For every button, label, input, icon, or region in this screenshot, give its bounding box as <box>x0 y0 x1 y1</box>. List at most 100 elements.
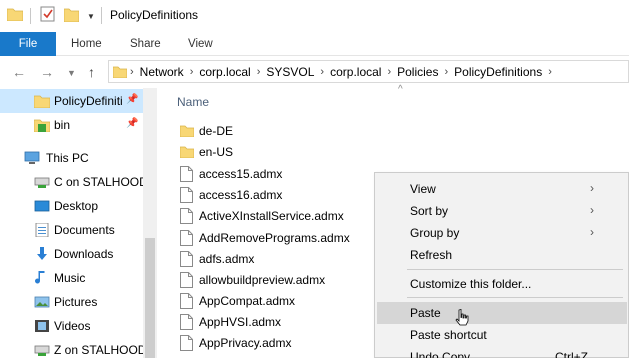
desktop-icon <box>34 200 50 212</box>
pictures-icon <box>34 296 50 308</box>
file-name: allowbuildpreview.admx <box>199 273 326 287</box>
file-icon <box>180 251 193 267</box>
downloads-icon <box>37 247 47 260</box>
back-icon[interactable]: ← <box>12 64 26 80</box>
new-folder-icon[interactable] <box>64 6 79 22</box>
nav-item-music[interactable]: Music <box>0 266 143 290</box>
menu-item-group-by[interactable]: Group by › <box>377 222 627 244</box>
file-icon <box>180 293 193 309</box>
nav-item-downloads[interactable]: Downloads <box>0 242 143 266</box>
tab-view[interactable]: View <box>188 32 213 56</box>
file-icon <box>180 335 193 351</box>
breadcrumb-item[interactable]: Network <box>135 65 189 79</box>
sort-caret-icon: ^ <box>398 84 403 95</box>
menu-item-refresh[interactable]: Refresh <box>377 244 627 266</box>
breadcrumb-item[interactable]: SYSVOL <box>261 65 319 79</box>
file-icon <box>180 166 193 182</box>
nav-item-c-drive[interactable]: C on STALHOOD <box>0 170 143 194</box>
file-name: en-US <box>199 145 234 159</box>
file-icon <box>180 314 193 330</box>
tab-home[interactable]: Home <box>71 32 102 56</box>
menu-item-label: Sort by <box>410 204 449 218</box>
nav-item-label: Desktop <box>54 199 99 213</box>
forward-icon[interactable]: → <box>40 64 54 80</box>
breadcrumb-item[interactable]: Policies <box>392 65 443 79</box>
nav-item-documents[interactable]: Documents <box>0 218 143 242</box>
file-name: AppHVSI.admx <box>199 315 282 329</box>
breadcrumb-item[interactable]: PolicyDefinitions <box>449 65 547 79</box>
properties-icon[interactable] <box>40 6 55 22</box>
file-name: de-DE <box>199 124 234 138</box>
tab-share[interactable]: Share <box>130 32 161 56</box>
menu-item-undo-copy[interactable]: Undo Copy Ctrl+Z <box>377 346 627 358</box>
menu-item-paste[interactable]: Paste <box>377 302 627 324</box>
menu-item-customize-folder[interactable]: Customize this folder... <box>377 273 627 295</box>
folder-green-icon <box>34 119 50 132</box>
nav-item-label: Pictures <box>54 295 98 309</box>
folder-icon <box>34 95 50 108</box>
up-icon[interactable]: ↑ <box>88 64 95 80</box>
folder-icon <box>7 8 23 21</box>
nav-item-pictures[interactable]: Pictures <box>0 290 143 314</box>
column-header-name[interactable]: Name <box>177 95 209 109</box>
nav-item-label: bin <box>54 118 71 132</box>
file-name: AddRemovePrograms.admx <box>199 231 350 245</box>
file-icon <box>180 230 193 246</box>
nav-item-label: C on STALHOOD <box>54 175 143 189</box>
breadcrumb-item[interactable]: corp.local <box>325 65 386 79</box>
file-icon <box>180 187 193 203</box>
file-name: access16.admx <box>199 188 283 202</box>
file-name: access15.admx <box>199 167 283 181</box>
tab-file[interactable]: File <box>0 32 56 56</box>
drive-icon <box>34 345 50 356</box>
menu-separator <box>407 269 623 270</box>
menu-item-label: Refresh <box>410 248 453 262</box>
file-name: ActiveXInstallService.admx <box>199 209 344 223</box>
nav-item-label: Videos <box>54 319 91 333</box>
menu-item-view[interactable]: View › <box>377 178 627 200</box>
nav-item-z-drive[interactable]: Z on STALHOOD <box>0 338 143 358</box>
nav-item-videos[interactable]: Videos <box>0 314 143 338</box>
chevron-right-icon: › <box>590 225 594 239</box>
breadcrumb: › Network › corp.local › SYSVOL › corp.l… <box>109 61 553 82</box>
chevron-right-icon[interactable]: › <box>547 66 553 78</box>
computer-icon <box>24 151 40 164</box>
address-bar[interactable]: › Network › corp.local › SYSVOL › corp.l… <box>108 60 629 83</box>
nav-item-label: Music <box>54 271 86 285</box>
pin-icon[interactable]: 📌 <box>126 118 138 129</box>
file-name: adfs.admx <box>199 252 255 266</box>
chevron-right-icon: › <box>590 181 594 195</box>
file-name: AppCompat.admx <box>199 294 296 308</box>
pin-icon[interactable]: 📌 <box>126 94 138 105</box>
qat-dropdown-icon[interactable]: ▼ <box>87 12 95 21</box>
file-icon <box>180 272 193 288</box>
menu-item-label: Paste <box>410 306 441 320</box>
nav-item-desktop[interactable]: Desktop <box>0 194 143 218</box>
nav-item-label: Z on STALHOOD <box>54 343 143 357</box>
recent-locations-icon[interactable]: ▼ <box>67 68 76 78</box>
menu-item-label: Customize this folder... <box>410 277 532 291</box>
breadcrumb-item[interactable]: corp.local <box>194 65 255 79</box>
menu-item-sort-by[interactable]: Sort by › <box>377 200 627 222</box>
nav-scrollbar-thumb[interactable] <box>145 238 155 358</box>
nav-item-bin[interactable]: bin 📌 <box>0 113 143 137</box>
nav-item-label: This PC <box>46 151 89 165</box>
folder-icon <box>113 66 127 78</box>
nav-item-label: PolicyDefiniti <box>54 94 123 108</box>
file-name: AppPrivacy.admx <box>199 336 292 350</box>
nav-item-label: Documents <box>54 223 115 237</box>
videos-icon <box>35 320 49 332</box>
title-bar: ▼ PolicyDefinitions <box>0 0 629 32</box>
chevron-right-icon: › <box>590 203 594 217</box>
context-menu: View › Sort by › Group by › Refresh Cust… <box>374 172 629 358</box>
separator <box>101 7 102 24</box>
menu-item-label: View <box>410 182 436 196</box>
ribbon-tabs: File Home Share View <box>0 32 629 56</box>
menu-item-label: Undo Copy <box>410 350 471 358</box>
menu-item-label: Group by <box>410 226 460 240</box>
nav-item-label: Downloads <box>54 247 114 261</box>
menu-item-paste-shortcut[interactable]: Paste shortcut <box>377 324 627 346</box>
window-title: PolicyDefinitions <box>110 8 199 22</box>
nav-item-this-pc[interactable]: This PC <box>0 146 143 170</box>
nav-item-policydefinitions[interactable]: PolicyDefiniti 📌 <box>0 89 143 113</box>
